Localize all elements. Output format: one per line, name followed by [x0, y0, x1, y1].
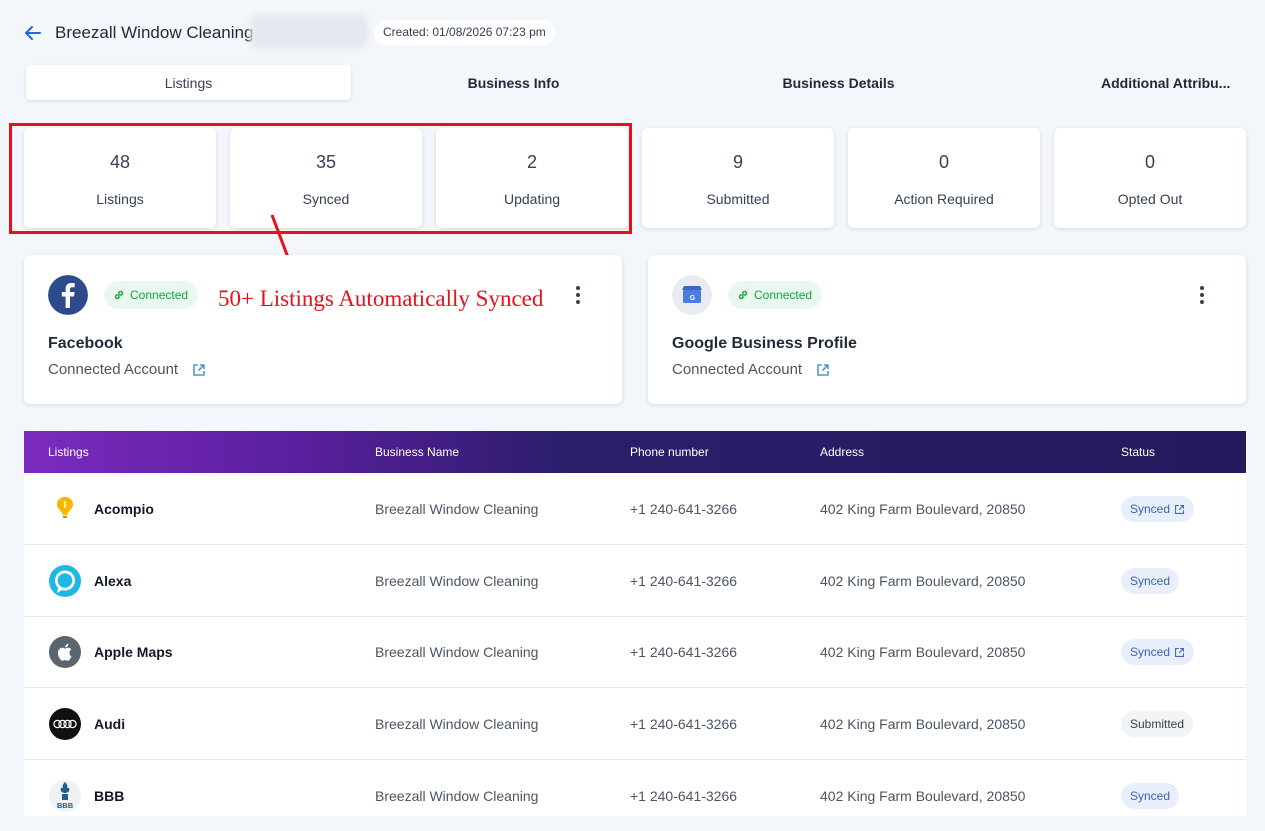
phone-cell: +1 240-641-3266 — [630, 573, 738, 589]
tab-additional-attributes[interactable]: Additional Attribu... — [1084, 65, 1265, 100]
status-label: Synced — [1130, 574, 1171, 588]
status-label: Synced — [1130, 502, 1171, 516]
stat-value: 0 — [1144, 152, 1155, 172]
column-header-listings[interactable]: Listings — [48, 431, 89, 473]
account-subtitle: Connected Account — [672, 361, 830, 378]
listing-name: BBB — [94, 788, 125, 804]
address-cell: 402 King Farm Boulevard, 20850 — [820, 788, 1026, 804]
status-badge[interactable]: Synced — [1121, 639, 1195, 665]
stat-value: 0 — [938, 152, 949, 172]
status-badge[interactable]: Synced — [1121, 496, 1195, 522]
annotation-text: 50+ Listings Automatically Synced — [218, 286, 544, 311]
phone-cell: +1 240-641-3266 — [630, 644, 738, 660]
created-badge: Created: 01/08/2026 07:23 pm — [374, 20, 555, 45]
blurred-region — [250, 14, 368, 48]
tab-bar: Listings Business Info Business Details … — [24, 65, 1265, 102]
facebook-account-card: Connected Facebook Connected Account — [24, 255, 622, 404]
phone-cell: +1 240-641-3266 — [630, 716, 738, 732]
google-account-card: G Connected Google Business Profile Conn… — [648, 255, 1246, 404]
stat-card-action-required[interactable]: 0 Action Required — [848, 128, 1040, 228]
column-header-status[interactable]: Status — [1121, 431, 1155, 473]
google-business-logo-icon: G — [672, 275, 712, 315]
apple-logo-icon — [49, 636, 81, 668]
account-name: Google Business Profile — [672, 335, 857, 352]
business-name-cell: Breezall Window Cleaning — [375, 716, 539, 732]
stat-label: Opted Out — [1117, 191, 1183, 207]
listing-name: Alexa — [94, 573, 132, 589]
tab-listings[interactable]: Listings — [26, 65, 351, 100]
business-name-cell: Breezall Window Cleaning — [375, 501, 539, 517]
address-cell: 402 King Farm Boulevard, 20850 — [820, 644, 1026, 660]
status-badge[interactable]: Submitted — [1121, 711, 1194, 737]
table-row[interactable]: Apple Maps Breezall Window Cleaning +1 2… — [24, 616, 1246, 688]
facebook-logo-icon — [48, 275, 88, 315]
column-header-address[interactable]: Address — [820, 431, 864, 473]
phone-cell: +1 240-641-3266 — [630, 501, 738, 517]
business-name-cell: Breezall Window Cleaning — [375, 573, 539, 589]
table-row[interactable]: Alexa Breezall Window Cleaning +1 240-64… — [24, 545, 1246, 617]
page-title: Breezall Window Cleaning — [55, 23, 254, 42]
connected-badge: Connected — [104, 281, 199, 309]
status-badge[interactable]: Synced — [1121, 568, 1180, 594]
acompio-logo-icon — [57, 497, 73, 518]
listing-name: Apple Maps — [94, 644, 173, 660]
kebab-menu-icon[interactable] — [575, 285, 581, 305]
account-name: Facebook — [48, 335, 123, 352]
table-row[interactable]: Acompio Breezall Window Cleaning +1 240-… — [24, 473, 1246, 545]
status-label: Submitted — [1130, 717, 1185, 731]
tab-business-info[interactable]: Business Info — [351, 65, 676, 100]
svg-text:BBB: BBB — [57, 801, 74, 810]
address-cell: 402 King Farm Boulevard, 20850 — [820, 716, 1026, 732]
table-header: Listings Business Name Phone number Addr… — [24, 431, 1246, 473]
bbb-logo-icon: BBB — [49, 780, 81, 812]
address-cell: 402 King Farm Boulevard, 20850 — [820, 501, 1026, 517]
external-link-icon — [1175, 504, 1184, 514]
svg-text:G: G — [690, 295, 696, 302]
status-label: Synced — [1130, 645, 1171, 659]
column-header-business-name[interactable]: Business Name — [375, 431, 459, 473]
listings-table: Acompio Breezall Window Cleaning +1 240-… — [24, 473, 1246, 816]
stat-value: 9 — [732, 152, 743, 172]
back-arrow-icon[interactable] — [22, 22, 44, 44]
table-row[interactable]: Audi Breezall Window Cleaning +1 240-641… — [24, 688, 1246, 760]
business-name-cell: Breezall Window Cleaning — [375, 644, 539, 660]
status-badge[interactable]: Synced — [1121, 783, 1180, 809]
account-subtitle: Connected Account — [48, 361, 206, 378]
audi-logo-icon — [49, 708, 81, 740]
connected-badge: Connected — [728, 281, 823, 309]
connected-account-label: Connected Account — [48, 361, 179, 378]
column-header-phone[interactable]: Phone number — [630, 431, 709, 473]
connected-label: Connected — [754, 288, 813, 302]
alexa-logo-icon — [49, 565, 81, 597]
connected-label: Connected — [130, 288, 189, 302]
external-link-icon[interactable] — [192, 363, 206, 377]
highlight-box — [9, 123, 632, 234]
link-icon — [738, 290, 748, 300]
status-label: Synced — [1130, 789, 1171, 803]
listing-name: Audi — [94, 716, 126, 732]
link-icon — [114, 290, 124, 300]
phone-cell: +1 240-641-3266 — [630, 788, 738, 804]
external-link-icon[interactable] — [816, 363, 830, 377]
listing-name: Acompio — [94, 501, 154, 517]
tab-business-details[interactable]: Business Details — [676, 65, 1001, 100]
business-name-cell: Breezall Window Cleaning — [375, 788, 539, 804]
address-cell: 402 King Farm Boulevard, 20850 — [820, 573, 1026, 589]
connected-account-label: Connected Account — [672, 361, 803, 378]
kebab-menu-icon[interactable] — [1199, 285, 1205, 305]
external-link-icon — [1175, 647, 1184, 657]
table-row[interactable]: BBB BBB Breezall Window Cleaning +1 240-… — [24, 760, 1246, 831]
stat-label: Action Required — [894, 191, 994, 207]
stat-label: Submitted — [706, 191, 770, 207]
stat-card-submitted[interactable]: 9 Submitted — [642, 128, 834, 228]
stat-card-opted-out[interactable]: 0 Opted Out — [1054, 128, 1246, 228]
